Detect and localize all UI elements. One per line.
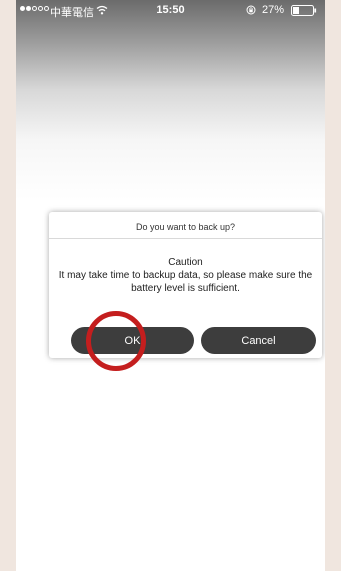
battery-percentage: 27%	[262, 4, 285, 16]
caution-heading: Caution	[168, 257, 203, 268]
dialog-title: Do you want to back up?	[135, 222, 236, 232]
background-gradient	[16, 0, 325, 200]
status-bar: 中華電信 15:50 27%	[16, 0, 325, 20]
ok-button[interactable]: OK	[71, 327, 194, 354]
backup-confirm-dialog: Do you want to back up? Caution It may t…	[49, 212, 322, 358]
cancel-button[interactable]: Cancel	[201, 327, 316, 354]
rotation-lock-icon	[246, 5, 256, 15]
phone-screen: 中華電信 15:50 27% Do you want to back up? C…	[16, 0, 325, 571]
battery-icon	[291, 5, 317, 16]
dialog-message: It may take time to backup data, so plea…	[58, 270, 313, 294]
dialog-divider	[49, 238, 322, 239]
